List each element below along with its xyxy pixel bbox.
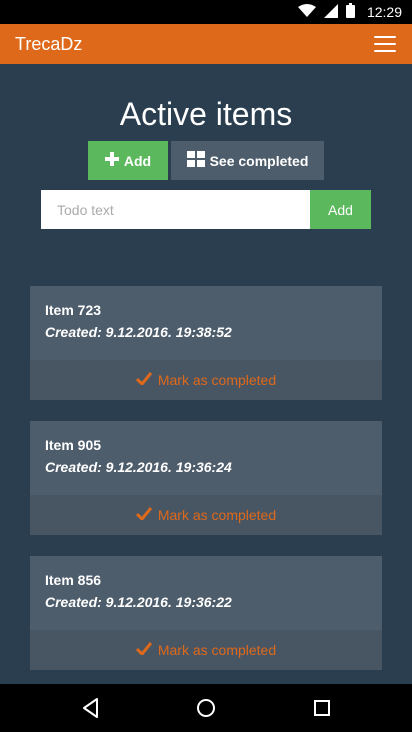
check-icon [135,372,153,388]
status-time: 12:29 [366,4,402,20]
app-title[interactable]: TrecaDz [15,24,82,64]
item-created: Created: 9.12.2016. 19:36:22 [45,594,232,610]
see-completed-label: See completed [209,152,309,169]
hamburger-menu-icon[interactable] [374,36,396,52]
add-button[interactable]: Add [88,141,168,180]
plus-icon [104,152,119,169]
mark-completed-button[interactable]: Mark as completed [30,630,382,670]
signal-icon [323,3,338,21]
item-card: Item 856 Created: 9.12.2016. 19:36:22 Ma… [30,556,382,670]
check-icon [135,642,153,658]
add-button-label: Add [123,152,152,169]
navigation-bar [0,684,412,732]
mark-completed-button[interactable]: Mark as completed [30,360,382,400]
mark-completed-label: Mark as completed [157,642,277,658]
wifi-icon [297,3,316,21]
item-created: Created: 9.12.2016. 19:36:24 [45,459,232,475]
status-bar: 12:29 [0,0,412,24]
page-title: Active items [119,96,293,132]
battery-icon [345,3,355,21]
grid-icon [186,151,205,170]
item-card: Item 723 Created: 9.12.2016. 19:38:52 Ma… [30,286,382,400]
item-created: Created: 9.12.2016. 19:38:52 [45,324,232,340]
mark-completed-label: Mark as completed [157,372,277,388]
todo-text-input[interactable] [41,190,310,229]
recents-icon[interactable] [310,696,334,720]
todo-add-label: Add [328,201,353,218]
check-icon [135,507,153,523]
status-icons: 12:29 [297,0,402,24]
item-name: Item 856 [45,572,102,588]
see-completed-button[interactable]: See completed [171,141,324,180]
mark-completed-label: Mark as completed [157,507,277,523]
mark-completed-button[interactable]: Mark as completed [30,495,382,535]
item-name: Item 905 [45,437,102,453]
todo-add-button[interactable]: Add [310,190,371,229]
app-bar: TrecaDz [0,24,412,64]
item-name: Item 723 [45,302,102,318]
item-card: Item 905 Created: 9.12.2016. 19:36:24 Ma… [30,421,382,535]
back-icon[interactable] [79,696,103,720]
home-icon[interactable] [194,696,218,720]
